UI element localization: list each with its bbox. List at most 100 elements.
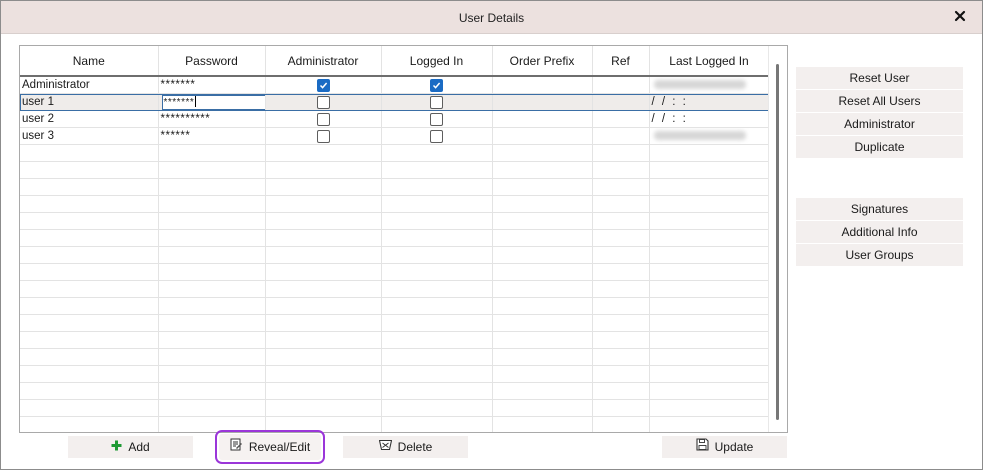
cell-last-logged-in[interactable] xyxy=(649,144,770,162)
empty-table-row[interactable] xyxy=(20,263,770,281)
cell-order-prefix[interactable] xyxy=(492,297,593,315)
table-row[interactable]: user 2 ********** / / : : xyxy=(20,110,770,128)
empty-table-row[interactable] xyxy=(20,399,770,417)
cell-logged-in[interactable] xyxy=(381,195,493,213)
column-header-password[interactable]: Password xyxy=(158,46,266,77)
cell-logged-in[interactable] xyxy=(381,280,493,298)
cell-administrator[interactable] xyxy=(265,416,382,432)
logged-in-checkbox[interactable] xyxy=(430,129,443,143)
cell-order-prefix[interactable] xyxy=(492,382,593,400)
empty-table-row[interactable] xyxy=(20,280,770,298)
cell-last-logged-in[interactable] xyxy=(649,178,770,196)
cell-administrator[interactable] xyxy=(265,365,382,383)
cell-administrator[interactable] xyxy=(265,127,382,145)
cell-logged-in[interactable] xyxy=(381,110,493,128)
empty-table-row[interactable] xyxy=(20,144,770,162)
cell-name[interactable] xyxy=(20,246,159,264)
cell-password[interactable] xyxy=(158,314,266,332)
cell-ref[interactable] xyxy=(592,212,650,230)
cell-administrator[interactable] xyxy=(265,399,382,417)
column-header-last-logged-in[interactable]: Last Logged In xyxy=(649,46,770,77)
cell-administrator[interactable] xyxy=(265,314,382,332)
table-row[interactable]: user 1 ******* / / : : xyxy=(20,93,770,111)
cell-ref[interactable] xyxy=(592,297,650,315)
cell-administrator[interactable] xyxy=(265,161,382,179)
cell-ref[interactable] xyxy=(592,263,650,281)
empty-table-row[interactable] xyxy=(20,229,770,247)
cell-logged-in[interactable] xyxy=(381,178,493,196)
cell-password[interactable] xyxy=(158,416,266,432)
cell-name[interactable] xyxy=(20,212,159,230)
administrator-checkbox[interactable] xyxy=(316,78,330,92)
cell-administrator[interactable] xyxy=(265,348,382,366)
logged-in-checkbox[interactable] xyxy=(430,78,443,92)
cell-last-logged-in[interactable] xyxy=(649,263,770,281)
cell-last-logged-in[interactable] xyxy=(649,365,770,383)
cell-administrator[interactable] xyxy=(265,263,382,281)
add-button[interactable]: Add xyxy=(68,436,193,458)
empty-table-row[interactable] xyxy=(20,416,770,432)
cell-logged-in[interactable] xyxy=(381,348,493,366)
column-header-order-prefix[interactable]: Order Prefix xyxy=(492,46,593,77)
cell-ref[interactable] xyxy=(592,399,650,417)
cell-last-logged-in[interactable] xyxy=(649,416,770,432)
cell-ref[interactable] xyxy=(592,195,650,213)
cell-name[interactable]: user 3 xyxy=(20,127,159,145)
cell-password[interactable] xyxy=(158,280,266,298)
cell-administrator[interactable] xyxy=(265,195,382,213)
cell-ref[interactable] xyxy=(592,280,650,298)
cell-password[interactable] xyxy=(158,178,266,196)
cell-password[interactable] xyxy=(158,195,266,213)
cell-order-prefix[interactable] xyxy=(492,348,593,366)
cell-order-prefix[interactable] xyxy=(492,195,593,213)
cell-ref[interactable] xyxy=(592,246,650,264)
cell-administrator[interactable] xyxy=(265,246,382,264)
cell-password[interactable] xyxy=(158,161,266,179)
cell-ref[interactable] xyxy=(592,161,650,179)
cell-password[interactable]: ****** xyxy=(158,127,266,145)
cell-ref[interactable] xyxy=(592,365,650,383)
cell-order-prefix[interactable] xyxy=(492,229,593,247)
empty-table-row[interactable] xyxy=(20,348,770,366)
cell-last-logged-in[interactable] xyxy=(649,127,770,145)
cell-name[interactable] xyxy=(20,331,159,349)
cell-name[interactable] xyxy=(20,161,159,179)
cell-order-prefix[interactable] xyxy=(492,93,593,111)
logged-in-checkbox[interactable] xyxy=(430,112,443,126)
cell-order-prefix[interactable] xyxy=(492,212,593,230)
column-header-administrator[interactable]: Administrator xyxy=(265,46,382,77)
additional-info-button[interactable]: Additional Info xyxy=(796,221,963,243)
cell-order-prefix[interactable] xyxy=(492,246,593,264)
cell-order-prefix[interactable] xyxy=(492,144,593,162)
cell-administrator[interactable] xyxy=(265,297,382,315)
empty-table-row[interactable] xyxy=(20,212,770,230)
cell-order-prefix[interactable] xyxy=(492,314,593,332)
cell-password[interactable] xyxy=(158,382,266,400)
cell-order-prefix[interactable] xyxy=(492,127,593,145)
cell-name[interactable] xyxy=(20,280,159,298)
administrator-checkbox[interactable] xyxy=(316,129,330,143)
scrollbar-thumb[interactable] xyxy=(776,64,779,420)
cell-logged-in[interactable] xyxy=(381,229,493,247)
empty-table-row[interactable] xyxy=(20,178,770,196)
cell-password[interactable]: ********** xyxy=(158,110,266,128)
logged-in-checkbox[interactable] xyxy=(430,95,443,109)
empty-table-row[interactable] xyxy=(20,195,770,213)
cell-password[interactable]: ******* xyxy=(158,93,266,111)
cell-name[interactable] xyxy=(20,178,159,196)
column-header-logged-in[interactable]: Logged In xyxy=(381,46,493,77)
cell-logged-in[interactable] xyxy=(381,263,493,281)
cell-last-logged-in[interactable] xyxy=(649,246,770,264)
cell-last-logged-in[interactable] xyxy=(649,314,770,332)
cell-password[interactable] xyxy=(158,348,266,366)
cell-logged-in[interactable] xyxy=(381,416,493,432)
empty-table-row[interactable] xyxy=(20,297,770,315)
cell-ref[interactable] xyxy=(592,127,650,145)
cell-order-prefix[interactable] xyxy=(492,76,593,94)
table-row[interactable]: user 3 ****** xyxy=(20,127,770,145)
cell-logged-in[interactable] xyxy=(381,314,493,332)
cell-last-logged-in[interactable] xyxy=(649,76,770,94)
cell-name[interactable] xyxy=(20,314,159,332)
cell-administrator[interactable] xyxy=(265,382,382,400)
cell-logged-in[interactable] xyxy=(381,144,493,162)
